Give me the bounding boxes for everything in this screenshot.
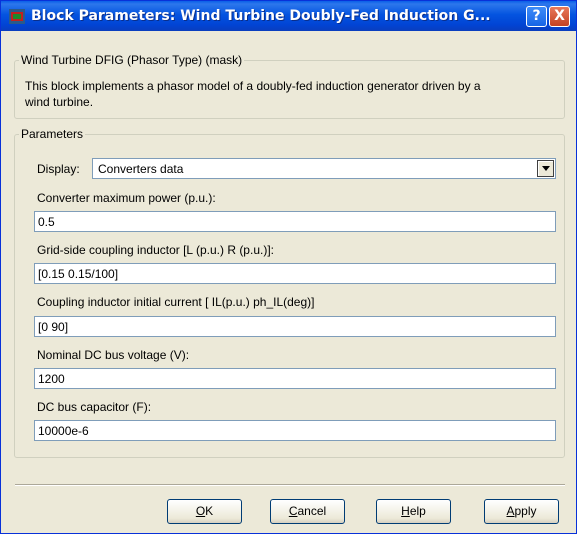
- apply-label-rest: pply: [514, 504, 537, 518]
- ok-accelerator: O: [195, 504, 206, 518]
- display-label: Display:: [37, 162, 80, 176]
- simulink-block-icon: [9, 9, 25, 24]
- converter-max-power-input[interactable]: 0.5: [34, 211, 556, 232]
- dialog-window: Block Parameters: Wind Turbine Doubly-Fe…: [0, 0, 577, 534]
- initial-current-label: Coupling inductor initial current [ IL(p…: [37, 295, 315, 309]
- dc-bus-capacitor-input[interactable]: 10000e-6: [34, 420, 556, 441]
- coupling-inductor-label: Grid-side coupling inductor [L (p.u.) R …: [37, 243, 274, 257]
- display-select[interactable]: Converters data: [92, 158, 556, 179]
- description-line-2: wind turbine.: [25, 95, 94, 109]
- ok-label-rest: K: [205, 504, 214, 518]
- help-title-button[interactable]: ?: [526, 6, 547, 27]
- dropdown-button[interactable]: [537, 160, 554, 177]
- parameters-legend: Parameters: [19, 127, 86, 141]
- mask-legend: Wind Turbine DFIG (Phasor Type) (mask): [19, 53, 245, 67]
- dc-bus-voltage-input[interactable]: 1200: [34, 368, 556, 389]
- display-value: Converters data: [98, 162, 184, 176]
- dc-bus-capacitor-label: DC bus capacitor (F):: [37, 400, 152, 414]
- converter-max-power-label: Converter maximum power (p.u.):: [37, 191, 216, 205]
- close-button[interactable]: X: [549, 6, 570, 27]
- initial-current-input[interactable]: [0 90]: [34, 316, 556, 337]
- coupling-inductor-input[interactable]: [0.15 0.15/100]: [34, 263, 556, 284]
- chevron-down-icon: [542, 166, 550, 171]
- cancel-button[interactable]: Cancel: [270, 499, 345, 524]
- close-icon: X: [554, 8, 565, 24]
- ok-button[interactable]: OK: [167, 499, 242, 524]
- dc-bus-voltage-label: Nominal DC bus voltage (V):: [37, 348, 190, 362]
- cancel-label-rest: ancel: [297, 504, 327, 518]
- help-accelerator: H: [401, 504, 410, 518]
- apply-button[interactable]: Apply: [484, 499, 559, 524]
- help-label-rest: elp: [409, 504, 426, 518]
- description-line-1: This block implements a phasor model of …: [25, 79, 481, 93]
- apply-accelerator: A: [506, 504, 515, 518]
- question-mark-icon: ?: [532, 8, 541, 24]
- button-separator: [15, 484, 565, 486]
- title-bar[interactable]: Block Parameters: Wind Turbine Doubly-Fe…: [1, 1, 576, 31]
- help-button[interactable]: Help: [376, 499, 451, 524]
- mask-description: This block implements a phasor model of …: [25, 78, 555, 110]
- window-title: Block Parameters: Wind Turbine Doubly-Fe…: [31, 8, 491, 24]
